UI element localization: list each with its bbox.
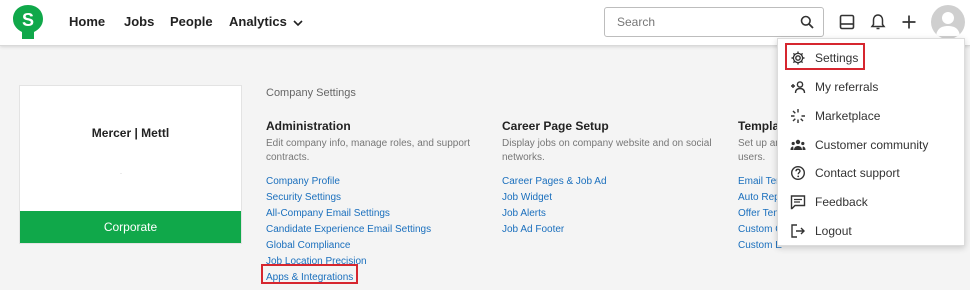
search-input[interactable]	[605, 8, 795, 36]
nav-analytics[interactable]: Analytics	[229, 14, 303, 30]
bell-icon[interactable]	[868, 12, 888, 32]
column-description: Display jobs on company website and on s…	[502, 138, 712, 163]
menu-item-label: Contact support	[815, 166, 900, 180]
profile-dropdown-menu: Settings My referrals Marketplace Custom…	[777, 38, 965, 246]
company-logo-placeholder: ·	[120, 171, 122, 177]
inbox-icon[interactable]	[837, 12, 857, 32]
nav-analytics-label: Analytics	[229, 14, 287, 29]
help-icon	[790, 165, 806, 181]
column-title: Administration	[266, 119, 351, 133]
link-job-ad-footer[interactable]: Job Ad Footer	[502, 222, 722, 238]
link-security-settings[interactable]: Security Settings	[266, 190, 486, 206]
settings-column-career-page-setup: Career Page Setup Display jobs on compan…	[502, 119, 722, 238]
link-list: Career Pages & Job Ad Job Widget Job Ale…	[502, 174, 722, 238]
user-silhouette-icon	[936, 12, 960, 36]
nav-people[interactable]: People	[170, 14, 213, 29]
menu-item-label: Customer community	[815, 138, 929, 152]
sparkle-icon	[790, 108, 806, 124]
link-global-compliance[interactable]: Global Compliance	[266, 238, 486, 254]
apps-integrations-highlight	[261, 264, 358, 284]
settings-highlight	[785, 43, 865, 70]
link-candidate-experience-email-settings[interactable]: Candidate Experience Email Settings	[266, 222, 486, 238]
logo-letter: S	[22, 10, 34, 30]
page-title: Company Settings	[266, 87, 356, 99]
menu-item-label: Logout	[815, 224, 852, 238]
link-job-alerts[interactable]: Job Alerts	[502, 206, 722, 222]
link-career-pages-job-ad[interactable]: Career Pages & Job Ad	[502, 174, 722, 190]
settings-column-administration: Administration Edit company info, manage…	[266, 119, 486, 286]
link-job-widget[interactable]: Job Widget	[502, 190, 722, 206]
add-person-icon	[790, 79, 806, 95]
search-icon[interactable]	[800, 15, 814, 34]
feedback-icon	[790, 194, 806, 210]
column-description: Edit company info, manage roles, and sup…	[266, 138, 471, 163]
nav-jobs[interactable]: Jobs	[124, 14, 154, 29]
menu-item-my-referrals[interactable]: My referrals	[778, 74, 966, 100]
menu-item-label: My referrals	[815, 80, 879, 94]
chevron-down-icon	[293, 15, 303, 30]
menu-item-feedback[interactable]: Feedback	[778, 189, 966, 215]
link-company-profile[interactable]: Company Profile	[266, 174, 486, 190]
menu-item-label: Feedback	[815, 195, 868, 209]
company-card: Mercer | Mettl · Corporate	[19, 85, 242, 244]
avatar[interactable]	[931, 5, 965, 39]
app-logo[interactable]: S	[12, 4, 44, 40]
column-title: Career Page Setup	[502, 119, 609, 133]
menu-item-contact-support[interactable]: Contact support	[778, 160, 966, 186]
link-all-company-email-settings[interactable]: All-Company Email Settings	[266, 206, 486, 222]
nav-home[interactable]: Home	[69, 14, 105, 29]
logout-icon	[790, 223, 806, 239]
menu-item-label: Marketplace	[815, 109, 881, 123]
community-icon	[790, 137, 806, 153]
menu-item-customer-community[interactable]: Customer community	[778, 132, 966, 158]
menu-item-logout[interactable]: Logout	[778, 218, 966, 244]
plan-badge: Corporate	[20, 211, 241, 243]
menu-item-marketplace[interactable]: Marketplace	[778, 103, 966, 129]
search-box	[604, 7, 824, 37]
plus-icon[interactable]	[899, 12, 919, 32]
column-description: Set up an users.	[738, 138, 781, 163]
company-name: Mercer | Mettl	[91, 126, 170, 140]
